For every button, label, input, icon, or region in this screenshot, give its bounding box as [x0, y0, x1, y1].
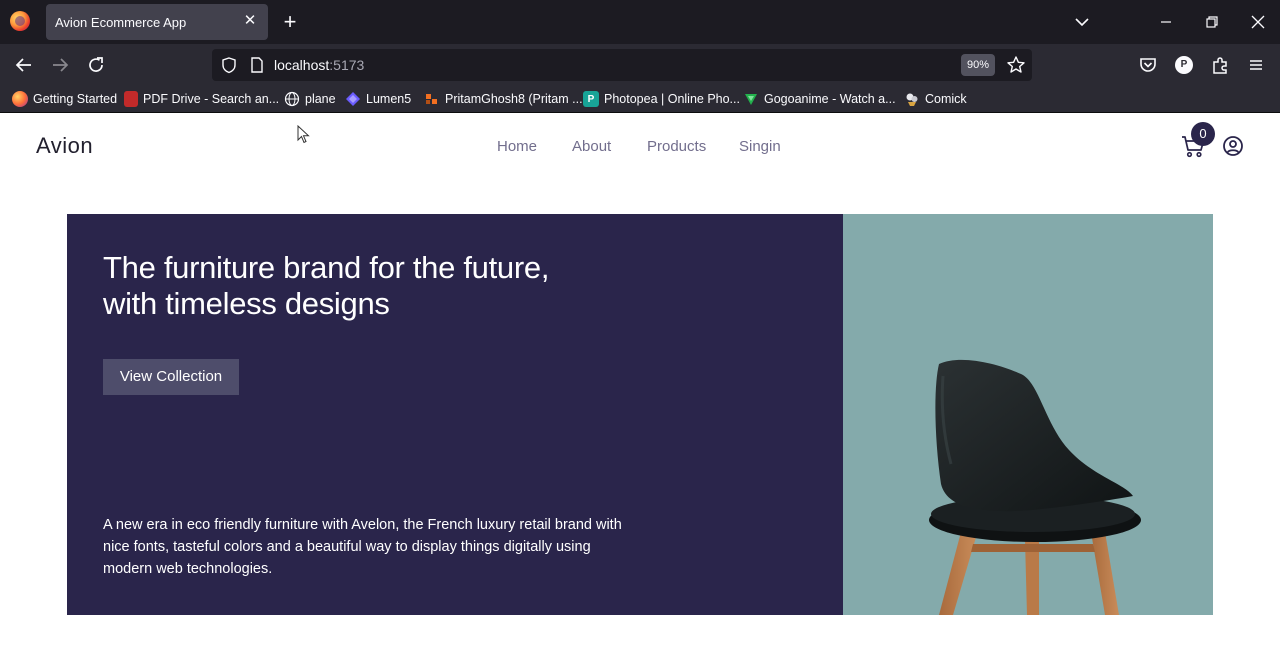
codepen-icon: [426, 94, 437, 104]
bookmark-item[interactable]: Comick: [904, 90, 967, 108]
address-bar[interactable]: localhost:5173 90%: [212, 49, 1032, 81]
bookmark-label: plane: [305, 92, 336, 106]
bookmark-star-icon[interactable]: [1006, 55, 1026, 75]
bookmark-item[interactable]: PritamGhosh8 (Pritam ...: [424, 90, 583, 108]
bookmarks-toolbar: Getting Started PDF Drive - Search an...…: [0, 86, 1280, 113]
browser-toolbar: localhost:5173 90% P: [0, 44, 1280, 86]
hero-banner: The furniture brand for the future, with…: [67, 214, 1213, 615]
hero-title: The furniture brand for the future, with…: [103, 250, 550, 321]
restore-icon[interactable]: [1202, 12, 1222, 32]
browser-tab-bar: Avion Ecommerce App ✕ +: [0, 0, 1280, 44]
bookmark-item[interactable]: plane: [284, 90, 336, 108]
view-collection-button[interactable]: View Collection: [103, 359, 239, 395]
tab-close-icon[interactable]: ✕: [240, 11, 260, 31]
url-host: localhost: [274, 57, 330, 73]
url-port: :5173: [329, 57, 365, 73]
mouse-cursor-icon: [297, 125, 310, 144]
tab-title: Avion Ecommerce App: [55, 15, 187, 30]
zoom-level-badge[interactable]: 90%: [961, 54, 995, 76]
chair-illustration: [929, 359, 1141, 615]
bookmark-label: Getting Started: [33, 92, 118, 106]
reload-icon[interactable]: [85, 54, 107, 76]
list-all-tabs-icon[interactable]: [1072, 12, 1092, 32]
extensions-puzzle-icon[interactable]: [1209, 54, 1231, 76]
bookmark-item[interactable]: P Photopea | Online Pho...: [583, 90, 740, 108]
gogoanime-icon: [745, 94, 757, 105]
window-close-icon[interactable]: [1248, 12, 1268, 32]
bookmark-label: Gogoanime - Watch a...: [764, 92, 896, 106]
main-nav: Home About Products Singin: [0, 138, 1280, 158]
forward-arrow-icon[interactable]: [49, 54, 71, 76]
minimize-icon[interactable]: [1156, 12, 1176, 32]
bookmark-label: PDF Drive - Search an...: [143, 92, 280, 106]
lumen5-icon: [346, 92, 360, 106]
pocket-icon[interactable]: [1137, 54, 1159, 76]
bookmark-label: Lumen5: [366, 92, 412, 106]
hamburger-menu-icon[interactable]: [1245, 54, 1267, 76]
comick-icon: [906, 93, 918, 106]
bookmark-label: PritamGhosh8 (Pritam ...: [445, 92, 583, 106]
url-text[interactable]: localhost:5173: [274, 57, 364, 73]
bookmark-item[interactable]: PDF Drive - Search an...: [124, 90, 279, 108]
bookmark-item[interactable]: Getting Started: [12, 90, 117, 108]
bookmark-item[interactable]: Gogoanime - Watch a...: [743, 90, 896, 108]
firefox-logo-icon: [10, 11, 30, 31]
hero-description: A new era in eco friendly furniture with…: [103, 517, 622, 577]
nav-link-home[interactable]: Home: [497, 138, 537, 155]
globe-icon: [284, 91, 300, 107]
tracking-protection-shield-icon[interactable]: [220, 56, 238, 74]
firefox-icon: [12, 91, 28, 107]
bookmark-label: Comick: [925, 92, 967, 106]
back-arrow-icon[interactable]: [13, 54, 35, 76]
cart-count-badge[interactable]: 0: [1191, 122, 1215, 146]
nav-link-signin[interactable]: Singin: [739, 138, 781, 155]
browser-tab-active[interactable]: Avion Ecommerce App ✕: [46, 4, 268, 40]
nav-link-products[interactable]: Products: [647, 138, 706, 155]
nav-link-about[interactable]: About: [572, 138, 611, 155]
hero-chair-image: [843, 214, 1213, 615]
web-page: Avion Home About Products Singin 0 The f…: [0, 113, 1280, 672]
page-info-icon[interactable]: [248, 56, 266, 74]
photopea-icon: P: [583, 91, 599, 107]
pdf-drive-icon: [124, 91, 138, 107]
bookmark-label: Photopea | Online Pho...: [604, 92, 740, 106]
bookmark-item[interactable]: Lumen5: [345, 90, 411, 108]
user-account-icon[interactable]: [1222, 135, 1244, 157]
new-tab-icon[interactable]: +: [279, 11, 301, 33]
account-avatar[interactable]: P: [1175, 56, 1193, 74]
